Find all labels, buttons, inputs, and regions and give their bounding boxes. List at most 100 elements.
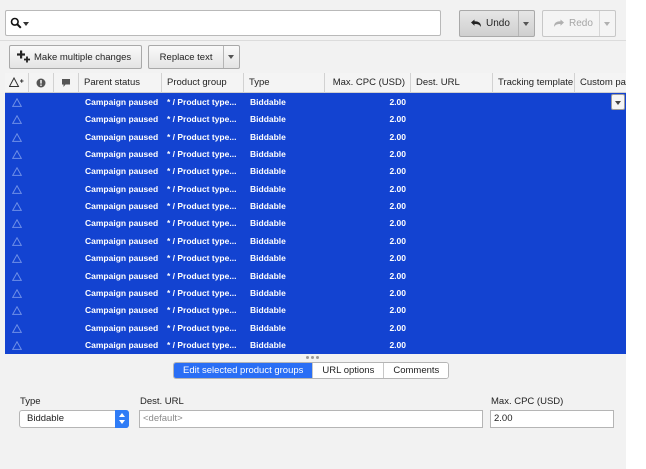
type-select[interactable]: Biddable bbox=[19, 410, 129, 428]
column-header-type[interactable]: Type bbox=[244, 73, 325, 93]
cell-type: Biddable bbox=[250, 166, 286, 177]
cell-product-group: * / Product type... bbox=[167, 149, 237, 160]
custom-parameters-dropdown[interactable] bbox=[611, 94, 625, 110]
cell-max-cpc: 2.00 bbox=[389, 201, 406, 212]
warning-icon bbox=[12, 254, 22, 264]
info-circle-icon bbox=[36, 78, 46, 88]
warning-icon bbox=[12, 306, 22, 316]
max-cpc-label: Max. CPC (USD) bbox=[491, 396, 564, 407]
cell-product-group: * / Product type... bbox=[167, 201, 237, 212]
dest-url-field[interactable]: <default> bbox=[139, 410, 483, 428]
warning-icon bbox=[12, 150, 22, 159]
table-row[interactable]: Campaign paused * / Product type... Biddab… bbox=[5, 302, 626, 320]
undo-dropdown-arrow[interactable] bbox=[518, 11, 534, 36]
error-column[interactable] bbox=[29, 73, 54, 93]
editor-window: Undo Redo Make multiple changes Replace … bbox=[0, 0, 626, 469]
cell-parent-status: Campaign paused bbox=[85, 270, 159, 281]
cell-max-cpc: 2.00 bbox=[389, 270, 406, 281]
warning-icon bbox=[12, 184, 22, 194]
cell-type: Biddable bbox=[250, 305, 286, 316]
cell-max-cpc: 2.00 bbox=[389, 166, 406, 177]
table-row[interactable]: Campaign paused * / Product type... Biddab… bbox=[5, 146, 626, 164]
cell-product-group: * / Product type... bbox=[167, 166, 237, 177]
table-row[interactable]: Campaign paused * / Product type... Biddab… bbox=[5, 111, 626, 129]
table-row[interactable]: Campaign paused * / Product type... Biddab… bbox=[5, 128, 626, 147]
max-cpc-field[interactable]: 2.00 bbox=[490, 410, 614, 428]
cell-type: Biddable bbox=[250, 218, 286, 229]
cell-max-cpc: 2.00 bbox=[389, 339, 406, 350]
table-row[interactable]: Campaign paused * / Product type... Biddab… bbox=[5, 267, 626, 285]
redo-icon bbox=[554, 19, 564, 27]
table-row[interactable]: Campaign paused * / Product type... Biddab… bbox=[5, 198, 626, 216]
cell-type: Biddable bbox=[250, 253, 286, 264]
panel-resize-handle[interactable] bbox=[306, 356, 322, 360]
column-header-tracking-template[interactable]: Tracking template bbox=[493, 73, 575, 93]
table-row[interactable]: Campaign paused * / Product type... Biddab… bbox=[5, 163, 626, 181]
cell-type: Biddable bbox=[250, 149, 286, 160]
column-header-max-cpc[interactable]: Max. CPC (USD) bbox=[325, 73, 411, 93]
table-row[interactable]: Campaign paused * / Product type... Biddab… bbox=[5, 336, 626, 354]
cell-type: Biddable bbox=[250, 270, 286, 281]
cell-parent-status: Campaign paused bbox=[85, 305, 159, 316]
cell-type: Biddable bbox=[250, 183, 286, 194]
cell-product-group: * / Product type... bbox=[167, 235, 237, 246]
redo-button[interactable]: Redo bbox=[542, 10, 616, 37]
cell-type: Biddable bbox=[250, 287, 286, 298]
cell-product-group: * / Product type... bbox=[167, 322, 237, 333]
cell-parent-status: Campaign paused bbox=[85, 235, 159, 246]
search-icon bbox=[10, 17, 22, 29]
replace-text-button[interactable]: Replace text bbox=[148, 45, 240, 69]
cell-parent-status: Campaign paused bbox=[85, 339, 159, 350]
cell-type: Biddable bbox=[250, 201, 286, 212]
cell-product-group: * / Product type... bbox=[167, 305, 237, 316]
table-row[interactable]: Campaign paused * / Product type... Biddab… bbox=[5, 319, 626, 337]
cell-parent-status: Campaign paused bbox=[85, 149, 159, 160]
tab-edit-selected-product-groups[interactable]: Edit selected product groups bbox=[174, 363, 314, 378]
table-row[interactable]: Campaign paused * / Product type... Biddab… bbox=[5, 215, 626, 233]
cell-parent-status: Campaign paused bbox=[85, 183, 159, 194]
cell-parent-status: Campaign paused bbox=[85, 218, 159, 229]
cell-type: Biddable bbox=[250, 114, 286, 125]
column-header-dest-url[interactable]: Dest. URL bbox=[411, 73, 493, 93]
editor-tabs: Edit selected product groups URL options… bbox=[173, 362, 450, 379]
cell-max-cpc: 2.00 bbox=[389, 183, 406, 194]
cell-parent-status: Campaign paused bbox=[85, 114, 159, 125]
table-row[interactable]: Campaign paused * / Product type... Biddab… bbox=[5, 94, 626, 112]
tab-url-options[interactable]: URL options bbox=[313, 363, 385, 378]
column-header-parent-status[interactable]: Parent status bbox=[79, 73, 162, 93]
table-row[interactable]: Campaign paused * / Product type... Biddab… bbox=[5, 232, 626, 251]
warning-icon bbox=[12, 132, 22, 142]
comment-column[interactable] bbox=[54, 73, 79, 93]
cell-parent-status: Campaign paused bbox=[85, 287, 159, 298]
search-input[interactable] bbox=[5, 10, 441, 36]
column-header-custom-parameters[interactable]: Custom pa bbox=[575, 73, 626, 93]
make-multiple-changes-button[interactable]: Make multiple changes bbox=[9, 45, 142, 69]
cell-parent-status: Campaign paused bbox=[85, 131, 159, 142]
warning-sort-column[interactable] bbox=[5, 73, 29, 93]
grid-header: Parent status Product group Type Max. CP… bbox=[5, 73, 626, 93]
cell-parent-status: Campaign paused bbox=[85, 201, 159, 212]
replace-text-dropdown-arrow[interactable] bbox=[223, 46, 239, 68]
cell-max-cpc: 2.00 bbox=[389, 97, 406, 107]
chevron-down-icon[interactable] bbox=[23, 22, 29, 26]
table-row[interactable]: Campaign paused * / Product type... Biddab… bbox=[5, 284, 626, 303]
toolbar-divider bbox=[0, 40, 626, 41]
table-row[interactable]: Campaign paused * / Product type... Biddab… bbox=[5, 180, 626, 199]
redo-dropdown-arrow[interactable] bbox=[599, 11, 615, 36]
undo-button[interactable]: Undo bbox=[459, 10, 535, 37]
tab-comments[interactable]: Comments bbox=[384, 363, 449, 378]
warning-icon bbox=[12, 219, 22, 229]
column-header-product-group[interactable]: Product group bbox=[162, 73, 244, 93]
cell-parent-status: Campaign paused bbox=[85, 253, 159, 264]
cell-product-group: * / Product type... bbox=[167, 287, 237, 298]
warning-icon bbox=[12, 340, 22, 350]
type-select-value: Biddable bbox=[27, 413, 64, 424]
cell-type: Biddable bbox=[250, 131, 286, 142]
cell-product-group: * / Product type... bbox=[167, 253, 237, 264]
table-row[interactable]: Campaign paused * / Product type... Biddab… bbox=[5, 250, 626, 268]
replace-text-label: Replace text bbox=[159, 51, 213, 63]
cell-max-cpc: 2.00 bbox=[389, 235, 406, 246]
redo-label: Redo bbox=[569, 18, 593, 29]
cell-max-cpc: 2.00 bbox=[389, 149, 406, 160]
cell-max-cpc: 2.00 bbox=[389, 114, 406, 125]
